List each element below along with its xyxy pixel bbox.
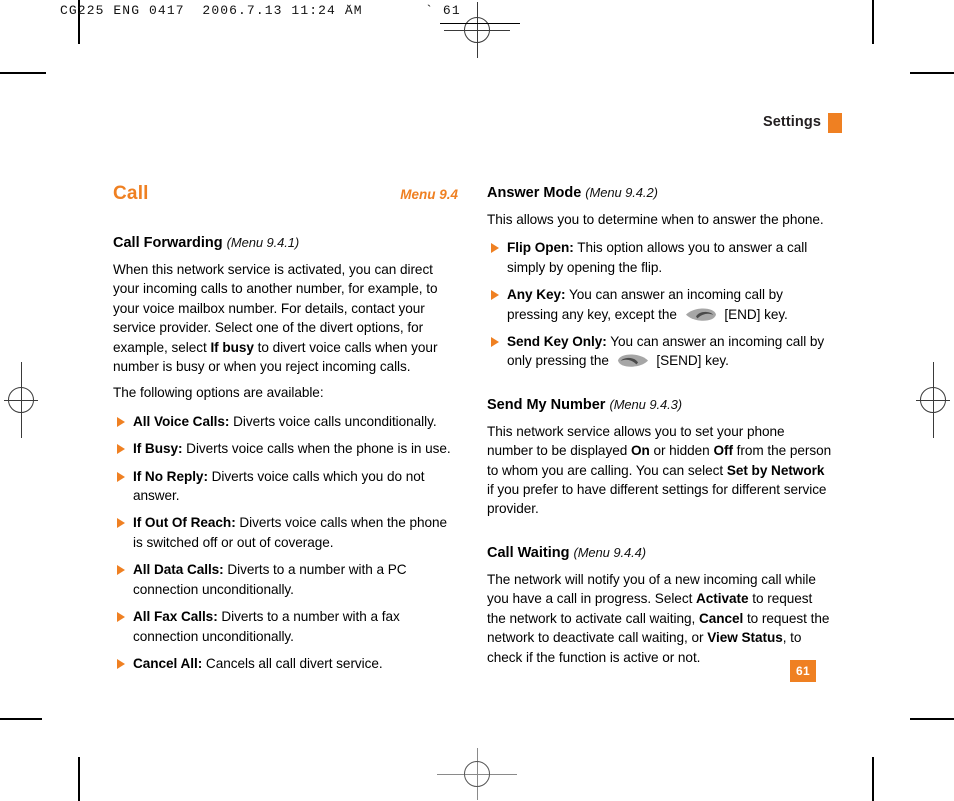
list-item: Cancel All: Cancels all call divert serv…: [113, 654, 458, 673]
list-item: All Fax Calls: Diverts to a number with …: [113, 607, 458, 646]
scan-slug-left: CG225 ENG 0417 2006.7.13 11:24 AM: [60, 3, 363, 18]
list-item: Send Key Only: You can answer an incomin…: [487, 332, 832, 371]
page-number-badge: 61: [790, 660, 816, 682]
option-label: All Data Calls:: [133, 562, 224, 578]
section-heading-row: Call Menu 9.4: [113, 183, 458, 209]
paragraph-part: or hidden: [649, 443, 714, 459]
crop-mark-left-horizontal-top: [0, 72, 46, 74]
option-text-post: [END] key.: [720, 306, 788, 322]
list-item: Any Key: You can answer an incoming call…: [487, 285, 832, 324]
subsection-menu-reference: (Menu 9.4.1): [226, 235, 300, 250]
send-key-icon: [616, 352, 650, 369]
crop-mark-bottom-left-vertical: [78, 757, 80, 801]
option-label: Cancel All:: [133, 655, 203, 671]
paragraph-emphasis-if-busy: If busy: [210, 339, 254, 355]
triangle-bullet-icon: [117, 565, 125, 576]
option-label: Send Key Only:: [507, 334, 607, 350]
subsection-title: Call Forwarding: [113, 235, 223, 251]
option-label: If No Reply:: [133, 468, 208, 484]
scan-slug-underline: [440, 23, 520, 24]
paragraph-emphasis-off: Off: [713, 443, 733, 459]
running-head-label: Settings: [763, 114, 821, 130]
answer-mode-description: This allows you to determine when to ans…: [487, 212, 824, 227]
option-label: Flip Open:: [507, 240, 574, 256]
option-text: Cancels all call divert service.: [202, 655, 383, 671]
answer-mode-options-list: Flip Open: This option allows you to ans…: [487, 238, 832, 370]
list-item: All Voice Calls: Diverts voice calls unc…: [113, 412, 458, 431]
registration-mark-right: [916, 362, 950, 438]
option-label: If Out Of Reach:: [133, 515, 236, 531]
call-forwarding-options-list: All Voice Calls: Diverts voice calls unc…: [113, 412, 458, 673]
left-column: Call Menu 9.4 Call Forwarding (Menu 9.4.…: [113, 183, 458, 673]
option-text: Diverts voice calls when the phone is in…: [182, 441, 451, 457]
option-label: All Voice Calls:: [133, 413, 230, 429]
crop-mark-bottom-right-vertical: [872, 757, 874, 801]
triangle-bullet-icon: [117, 518, 125, 529]
subsection-menu-reference: (Menu 9.4.4): [573, 544, 646, 560]
triangle-bullet-icon: [491, 243, 499, 254]
end-key-icon: [684, 306, 718, 323]
paragraph-emphasis-set-by-network: Set by Network: [726, 462, 825, 478]
list-item: Flip Open: This option allows you to ans…: [487, 238, 832, 277]
right-column: Answer Mode (Menu 9.4.2) This allows you…: [487, 183, 832, 667]
send-my-number-description: This network service allows you to set y…: [487, 422, 832, 519]
subsection-menu-reference: (Menu 9.4.2): [585, 185, 658, 200]
paragraph-emphasis-on: On: [630, 443, 650, 459]
option-label: If Busy:: [133, 441, 183, 457]
option-label: All Fax Calls:: [133, 609, 218, 625]
list-item: All Data Calls: Diverts to a number with…: [113, 560, 458, 599]
subsection-menu-reference: (Menu 9.4.3): [609, 396, 682, 412]
option-text-post: [SEND] key.: [652, 353, 729, 369]
paragraph-emphasis-view-status: View Status: [707, 630, 783, 646]
option-text: Diverts voice calls unconditionally.: [229, 413, 437, 429]
list-item: If Busy: Diverts voice calls when the ph…: [113, 439, 458, 458]
triangle-bullet-icon: [117, 471, 125, 482]
triangle-bullet-icon: [117, 658, 125, 669]
options-intro-text: The following options are available:: [113, 385, 324, 401]
triangle-bullet-icon: [117, 416, 125, 427]
scan-slug-right: ˘ ` 61: [345, 3, 461, 18]
triangle-bullet-icon: [117, 612, 125, 623]
paragraph-emphasis-activate: Activate: [696, 591, 749, 607]
paragraph-emphasis-cancel: Cancel: [698, 610, 744, 626]
crop-mark-left-horizontal-bottom: [0, 718, 42, 720]
section-menu-reference: Menu 9.4: [400, 187, 458, 202]
subsection-title: Answer Mode: [487, 185, 582, 201]
list-item: If Out Of Reach: Diverts voice calls whe…: [113, 513, 458, 552]
subsection-heading-call-forwarding: Call Forwarding (Menu 9.4.1): [113, 233, 458, 253]
triangle-bullet-icon: [491, 290, 499, 301]
paragraph-part: if you prefer to have different settings…: [487, 482, 827, 517]
list-item: If No Reply: Diverts voice calls which y…: [113, 467, 458, 506]
running-head-tab: [828, 113, 842, 133]
subsection-title: Send My Number: [487, 396, 606, 413]
crop-mark-right-horizontal-bottom: [910, 718, 954, 720]
registration-mark-bottom: [437, 748, 517, 800]
registration-mark-left: [4, 362, 38, 438]
crop-mark-right-horizontal-top: [910, 72, 954, 74]
option-label: Any Key:: [507, 287, 566, 303]
crop-mark-top-right-vertical: [872, 0, 874, 44]
triangle-bullet-icon: [491, 337, 499, 348]
subsection-title: Call Waiting: [487, 544, 570, 561]
call-forwarding-description: When this network service is activated, …: [113, 260, 458, 376]
subsection-heading-call-waiting: Call Waiting (Menu 9.4.4): [487, 543, 832, 563]
subsection-heading-send-my-number: Send My Number (Menu 9.4.3): [487, 395, 832, 415]
subsection-heading-answer-mode: Answer Mode (Menu 9.4.2): [487, 183, 832, 203]
call-waiting-description: The network will notify you of a new inc…: [487, 570, 832, 667]
triangle-bullet-icon: [117, 444, 125, 455]
